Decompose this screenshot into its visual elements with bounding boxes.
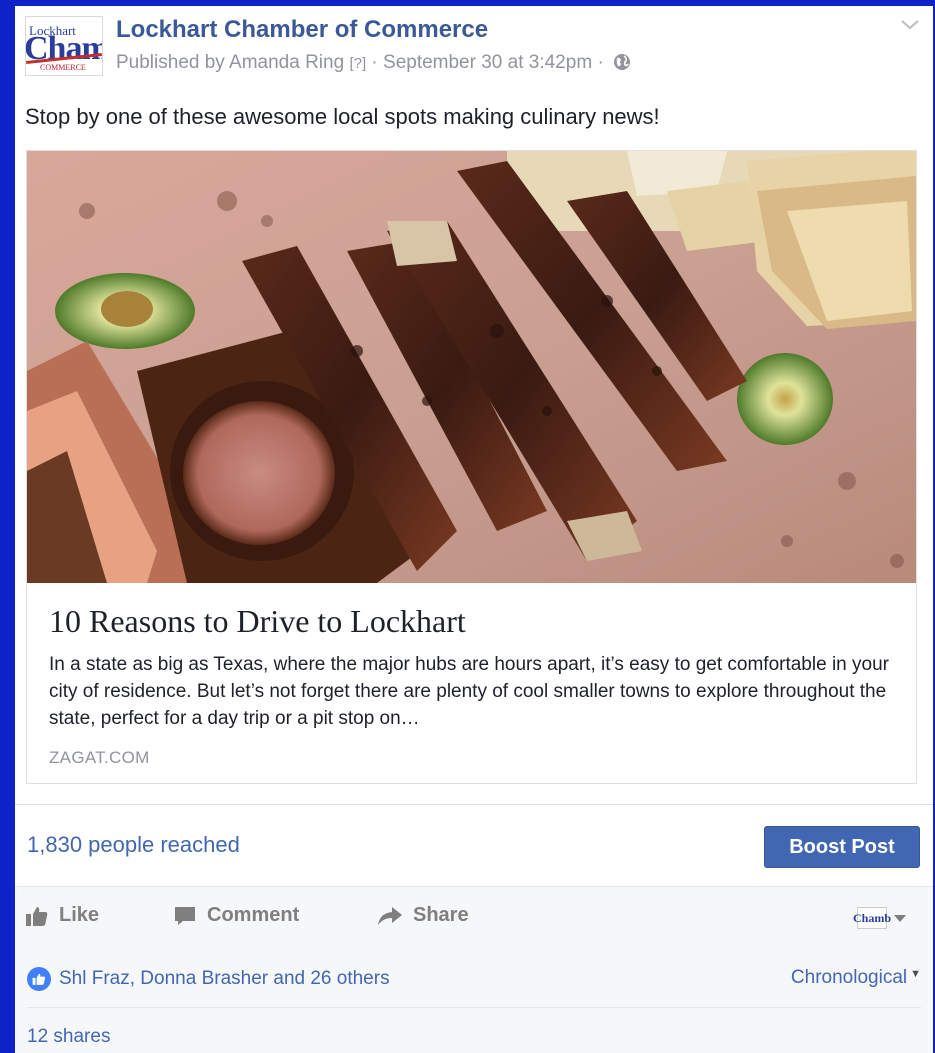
like-label: Like bbox=[59, 904, 100, 926]
boost-post-button[interactable]: Boost Post bbox=[764, 826, 920, 868]
shares-row: 12 shares bbox=[15, 1008, 933, 1053]
thumbs-up-icon bbox=[26, 906, 48, 926]
share-arrow-icon bbox=[378, 906, 402, 925]
viewer-avatar: Chamb bbox=[853, 907, 891, 929]
link-description: In a state as big as Texas, where the ma… bbox=[49, 654, 889, 729]
post-date[interactable]: September 30 at 3:42pm bbox=[383, 52, 592, 73]
divider bbox=[15, 804, 933, 805]
like-button[interactable]: Like bbox=[25, 904, 99, 927]
globe-icon[interactable] bbox=[613, 53, 631, 77]
page-avatar[interactable]: Lockhart Chamb COMMERCE bbox=[25, 16, 103, 76]
page-name-link[interactable]: Lockhart Chamber of Commerce bbox=[116, 16, 488, 44]
help-marker[interactable]: [?] bbox=[349, 55, 366, 72]
link-preview-card[interactable]: 10 Reasons to Drive to Lockhart In a sta… bbox=[26, 150, 917, 784]
comment-icon bbox=[175, 906, 195, 925]
likes-summary-text: Shl Fraz, Donna Brasher and 26 others bbox=[59, 968, 390, 989]
post-header: Lockhart Chamb COMMERCE Lockhart Chamber… bbox=[15, 6, 933, 86]
likes-summary[interactable]: Shl Fraz, Donna Brasher and 26 others bbox=[27, 967, 390, 991]
link-source-domain: ZAGAT.COM bbox=[49, 748, 150, 767]
people-reached-link[interactable]: 1,830 people reached bbox=[27, 832, 240, 858]
comment-order-dropdown[interactable]: Chronological ▼ bbox=[791, 967, 921, 989]
share-label: Share bbox=[413, 904, 469, 926]
link-preview-image[interactable] bbox=[27, 151, 916, 583]
like-reaction-icon bbox=[27, 967, 51, 991]
link-title[interactable]: 10 Reasons to Drive to Lockhart bbox=[49, 603, 466, 640]
caret-down-icon: ▼ bbox=[910, 968, 921, 980]
post-as-selector[interactable]: Chamb bbox=[853, 907, 907, 929]
caret-down-icon bbox=[894, 915, 906, 922]
avatar-text-bottom: COMMERCE bbox=[40, 63, 86, 72]
facebook-post-card: Lockhart Chamb COMMERCE Lockhart Chamber… bbox=[15, 6, 933, 1053]
action-bar: Like Comment Share Chamb bbox=[15, 886, 933, 948]
shares-count-link[interactable]: 12 shares bbox=[27, 1026, 110, 1048]
published-by[interactable]: Published by Amanda Ring bbox=[116, 52, 344, 73]
order-label: Chronological bbox=[790, 967, 908, 988]
post-message: Stop by one of these awesome local spots… bbox=[25, 104, 660, 129]
meta-separator: · bbox=[371, 52, 378, 73]
chevron-down-icon[interactable] bbox=[899, 18, 921, 32]
meta-separator-2: · bbox=[597, 52, 604, 73]
post-meta: Published by Amanda Ring [?] · September… bbox=[116, 52, 631, 77]
comment-button[interactable]: Comment bbox=[173, 904, 299, 927]
reactions-row: Shl Fraz, Donna Brasher and 26 others Ch… bbox=[15, 947, 933, 1009]
comment-label: Comment bbox=[207, 904, 300, 926]
share-button[interactable]: Share bbox=[377, 904, 469, 927]
